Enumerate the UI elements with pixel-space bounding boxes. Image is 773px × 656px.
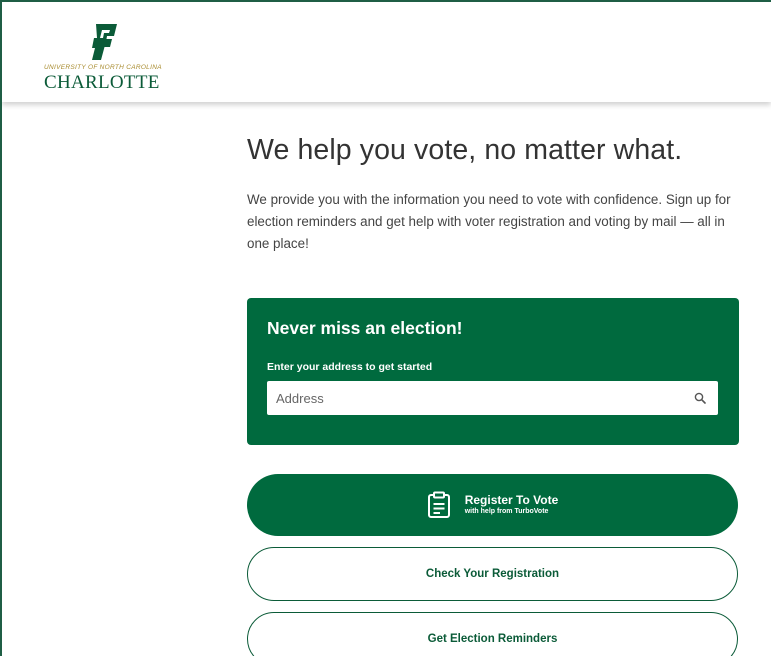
signup-card: Never miss an election! Enter your addre… <box>247 298 739 445</box>
register-to-vote-button[interactable]: Register To Vote with help from TurboVot… <box>247 474 738 536</box>
clipboard-icon <box>427 491 450 518</box>
address-search-box <box>267 381 718 415</box>
search-icon[interactable] <box>694 392 706 404</box>
browser-frame: UNIVERSITY OF NORTH CAROLINA CHARLOTTE W… <box>0 0 771 656</box>
check-registration-label: Check Your Registration <box>425 568 560 580</box>
logo-subtitle: UNIVERSITY OF NORTH CAROLINA <box>44 64 162 71</box>
site-header: UNIVERSITY OF NORTH CAROLINA CHARLOTTE <box>2 2 771 102</box>
signup-card-title: Never miss an election! <box>267 318 463 338</box>
election-reminders-button[interactable]: Get Election Reminders <box>247 612 738 656</box>
page-title: We help you vote, no matter what. <box>247 134 683 166</box>
address-label: Enter your address to get started <box>267 361 433 373</box>
intro-text: We provide you with the information you … <box>247 192 731 251</box>
unc-charlotte-logo[interactable]: UNIVERSITY OF NORTH CAROLINA CHARLOTTE <box>38 16 178 96</box>
register-button-label: Register To Vote <box>464 493 559 508</box>
main-content: We help you vote, no matter what. We pro… <box>247 134 739 656</box>
register-button-text: Register To Vote with help from TurboVot… <box>464 493 559 516</box>
election-reminders-label: Get Election Reminders <box>427 633 558 645</box>
check-registration-button[interactable]: Check Your Registration <box>247 547 738 601</box>
logo-name: CHARLOTTE <box>44 72 160 93</box>
charlotte-c-mark-icon <box>92 24 117 60</box>
address-input[interactable] <box>267 381 686 415</box>
register-button-sublabel: with help from TurboVote <box>464 508 549 516</box>
